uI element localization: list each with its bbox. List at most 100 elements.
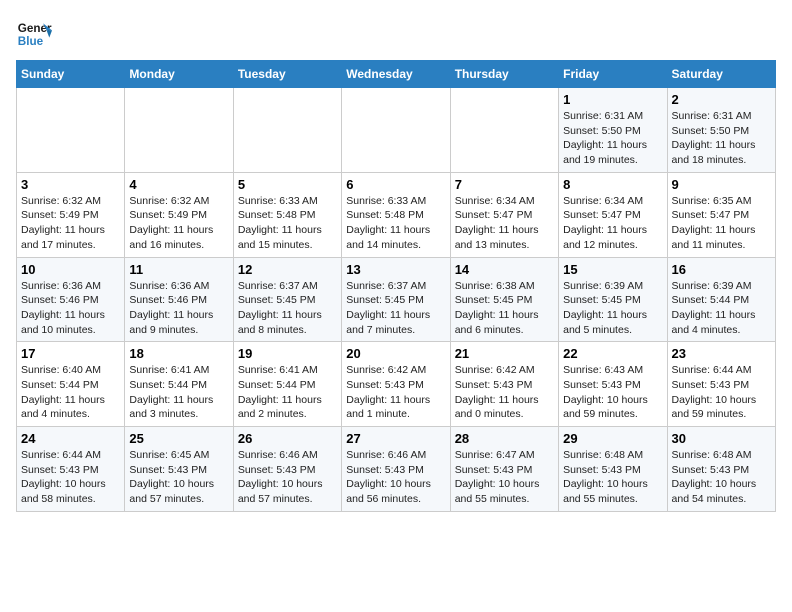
day-number: 1 xyxy=(563,92,662,107)
day-number: 5 xyxy=(238,177,337,192)
calendar-week-1: 1 Sunrise: 6:31 AM Sunset: 5:50 PM Daylig… xyxy=(17,88,776,173)
day-info: Sunrise: 6:48 AM Sunset: 5:43 PM Dayligh… xyxy=(672,448,771,507)
calendar-cell: 5 Sunrise: 6:33 AM Sunset: 5:48 PM Daylig… xyxy=(233,172,341,257)
day-info: Sunrise: 6:41 AM Sunset: 5:44 PM Dayligh… xyxy=(129,363,228,422)
calendar-cell: 27 Sunrise: 6:46 AM Sunset: 5:43 PM Dayli… xyxy=(342,427,450,512)
day-info: Sunrise: 6:37 AM Sunset: 5:45 PM Dayligh… xyxy=(346,279,445,338)
calendar-cell: 6 Sunrise: 6:33 AM Sunset: 5:48 PM Daylig… xyxy=(342,172,450,257)
calendar-cell: 19 Sunrise: 6:41 AM Sunset: 5:44 PM Dayli… xyxy=(233,342,341,427)
day-number: 2 xyxy=(672,92,771,107)
day-number: 6 xyxy=(346,177,445,192)
calendar-cell: 3 Sunrise: 6:32 AM Sunset: 5:49 PM Daylig… xyxy=(17,172,125,257)
calendar-cell: 23 Sunrise: 6:44 AM Sunset: 5:43 PM Dayli… xyxy=(667,342,775,427)
calendar-cell: 13 Sunrise: 6:37 AM Sunset: 5:45 PM Dayli… xyxy=(342,257,450,342)
day-number: 21 xyxy=(455,346,554,361)
day-number: 3 xyxy=(21,177,120,192)
day-info: Sunrise: 6:42 AM Sunset: 5:43 PM Dayligh… xyxy=(455,363,554,422)
calendar-cell: 14 Sunrise: 6:38 AM Sunset: 5:45 PM Dayli… xyxy=(450,257,558,342)
calendar-cell xyxy=(233,88,341,173)
calendar-cell xyxy=(450,88,558,173)
day-info: Sunrise: 6:47 AM Sunset: 5:43 PM Dayligh… xyxy=(455,448,554,507)
header-sunday: Sunday xyxy=(17,61,125,88)
header-friday: Friday xyxy=(559,61,667,88)
calendar-cell: 16Sunrise: 6:39 AM Sunset: 5:44 PM Dayli… xyxy=(667,257,775,342)
header-tuesday: Tuesday xyxy=(233,61,341,88)
day-info: Sunrise: 6:32 AM Sunset: 5:49 PM Dayligh… xyxy=(21,194,120,253)
calendar-cell: 12 Sunrise: 6:37 AM Sunset: 5:45 PM Dayli… xyxy=(233,257,341,342)
day-info: Sunrise: 6:42 AM Sunset: 5:43 PM Dayligh… xyxy=(346,363,445,422)
day-number: 22 xyxy=(563,346,662,361)
logo-icon: General Blue xyxy=(16,16,52,52)
day-number: 25 xyxy=(129,431,228,446)
calendar-header-row: SundayMondayTuesdayWednesdayThursdayFrid… xyxy=(17,61,776,88)
day-info: Sunrise: 6:38 AM Sunset: 5:45 PM Dayligh… xyxy=(455,279,554,338)
day-number: 19 xyxy=(238,346,337,361)
calendar-cell: 15 Sunrise: 6:39 AM Sunset: 5:45 PM Dayli… xyxy=(559,257,667,342)
day-info: Sunrise: 6:33 AM Sunset: 5:48 PM Dayligh… xyxy=(346,194,445,253)
day-info: Sunrise: 6:40 AM Sunset: 5:44 PM Dayligh… xyxy=(21,363,120,422)
calendar-table: SundayMondayTuesdayWednesdayThursdayFrid… xyxy=(16,60,776,512)
page-header: General Blue xyxy=(16,16,776,52)
calendar-cell: 30 Sunrise: 6:48 AM Sunset: 5:43 PM Dayli… xyxy=(667,427,775,512)
calendar-cell: 21 Sunrise: 6:42 AM Sunset: 5:43 PM Dayli… xyxy=(450,342,558,427)
day-info: Sunrise: 6:44 AM Sunset: 5:43 PM Dayligh… xyxy=(672,363,771,422)
calendar-cell: 7Sunrise: 6:34 AM Sunset: 5:47 PM Daylig… xyxy=(450,172,558,257)
day-info: Sunrise: 6:48 AM Sunset: 5:43 PM Dayligh… xyxy=(563,448,662,507)
day-info: Sunrise: 6:37 AM Sunset: 5:45 PM Dayligh… xyxy=(238,279,337,338)
calendar-cell: 28 Sunrise: 6:47 AM Sunset: 5:43 PM Dayli… xyxy=(450,427,558,512)
calendar-cell: 22 Sunrise: 6:43 AM Sunset: 5:43 PM Dayli… xyxy=(559,342,667,427)
calendar-cell: 11Sunrise: 6:36 AM Sunset: 5:46 PM Dayli… xyxy=(125,257,233,342)
header-thursday: Thursday xyxy=(450,61,558,88)
day-info: Sunrise: 6:44 AM Sunset: 5:43 PM Dayligh… xyxy=(21,448,120,507)
calendar-cell: 24 Sunrise: 6:44 AM Sunset: 5:43 PM Dayli… xyxy=(17,427,125,512)
day-number: 17 xyxy=(21,346,120,361)
day-number: 11 xyxy=(129,262,228,277)
day-info: Sunrise: 6:31 AM Sunset: 5:50 PM Dayligh… xyxy=(563,109,662,168)
day-info: Sunrise: 6:34 AM Sunset: 5:47 PM Dayligh… xyxy=(563,194,662,253)
calendar-week-4: 17 Sunrise: 6:40 AM Sunset: 5:44 PM Dayli… xyxy=(17,342,776,427)
calendar-week-5: 24 Sunrise: 6:44 AM Sunset: 5:43 PM Dayli… xyxy=(17,427,776,512)
day-info: Sunrise: 6:31 AM Sunset: 5:50 PM Dayligh… xyxy=(672,109,771,168)
day-number: 12 xyxy=(238,262,337,277)
day-number: 16 xyxy=(672,262,771,277)
day-info: Sunrise: 6:46 AM Sunset: 5:43 PM Dayligh… xyxy=(238,448,337,507)
calendar-cell: 26 Sunrise: 6:46 AM Sunset: 5:43 PM Dayli… xyxy=(233,427,341,512)
day-info: Sunrise: 6:33 AM Sunset: 5:48 PM Dayligh… xyxy=(238,194,337,253)
calendar-cell: 2 Sunrise: 6:31 AM Sunset: 5:50 PM Daylig… xyxy=(667,88,775,173)
day-number: 24 xyxy=(21,431,120,446)
day-info: Sunrise: 6:35 AM Sunset: 5:47 PM Dayligh… xyxy=(672,194,771,253)
day-number: 28 xyxy=(455,431,554,446)
calendar-cell: 18 Sunrise: 6:41 AM Sunset: 5:44 PM Dayli… xyxy=(125,342,233,427)
calendar-cell: 17 Sunrise: 6:40 AM Sunset: 5:44 PM Dayli… xyxy=(17,342,125,427)
day-info: Sunrise: 6:43 AM Sunset: 5:43 PM Dayligh… xyxy=(563,363,662,422)
day-info: Sunrise: 6:46 AM Sunset: 5:43 PM Dayligh… xyxy=(346,448,445,507)
day-info: Sunrise: 6:39 AM Sunset: 5:45 PM Dayligh… xyxy=(563,279,662,338)
day-number: 26 xyxy=(238,431,337,446)
day-info: Sunrise: 6:32 AM Sunset: 5:49 PM Dayligh… xyxy=(129,194,228,253)
day-number: 30 xyxy=(672,431,771,446)
calendar-cell: 9 Sunrise: 6:35 AM Sunset: 5:47 PM Daylig… xyxy=(667,172,775,257)
calendar-cell: 10Sunrise: 6:36 AM Sunset: 5:46 PM Dayli… xyxy=(17,257,125,342)
calendar-cell: 4 Sunrise: 6:32 AM Sunset: 5:49 PM Daylig… xyxy=(125,172,233,257)
day-number: 23 xyxy=(672,346,771,361)
day-number: 4 xyxy=(129,177,228,192)
calendar-cell xyxy=(17,88,125,173)
day-number: 20 xyxy=(346,346,445,361)
calendar-cell: 25Sunrise: 6:45 AM Sunset: 5:43 PM Dayli… xyxy=(125,427,233,512)
day-number: 18 xyxy=(129,346,228,361)
svg-text:Blue: Blue xyxy=(18,35,44,48)
calendar-cell: 8 Sunrise: 6:34 AM Sunset: 5:47 PM Daylig… xyxy=(559,172,667,257)
day-number: 15 xyxy=(563,262,662,277)
day-number: 7 xyxy=(455,177,554,192)
header-saturday: Saturday xyxy=(667,61,775,88)
calendar-cell: 1 Sunrise: 6:31 AM Sunset: 5:50 PM Daylig… xyxy=(559,88,667,173)
day-info: Sunrise: 6:41 AM Sunset: 5:44 PM Dayligh… xyxy=(238,363,337,422)
day-number: 14 xyxy=(455,262,554,277)
logo: General Blue xyxy=(16,16,52,52)
day-number: 9 xyxy=(672,177,771,192)
day-number: 8 xyxy=(563,177,662,192)
day-number: 27 xyxy=(346,431,445,446)
calendar-week-2: 3 Sunrise: 6:32 AM Sunset: 5:49 PM Daylig… xyxy=(17,172,776,257)
header-wednesday: Wednesday xyxy=(342,61,450,88)
day-number: 13 xyxy=(346,262,445,277)
